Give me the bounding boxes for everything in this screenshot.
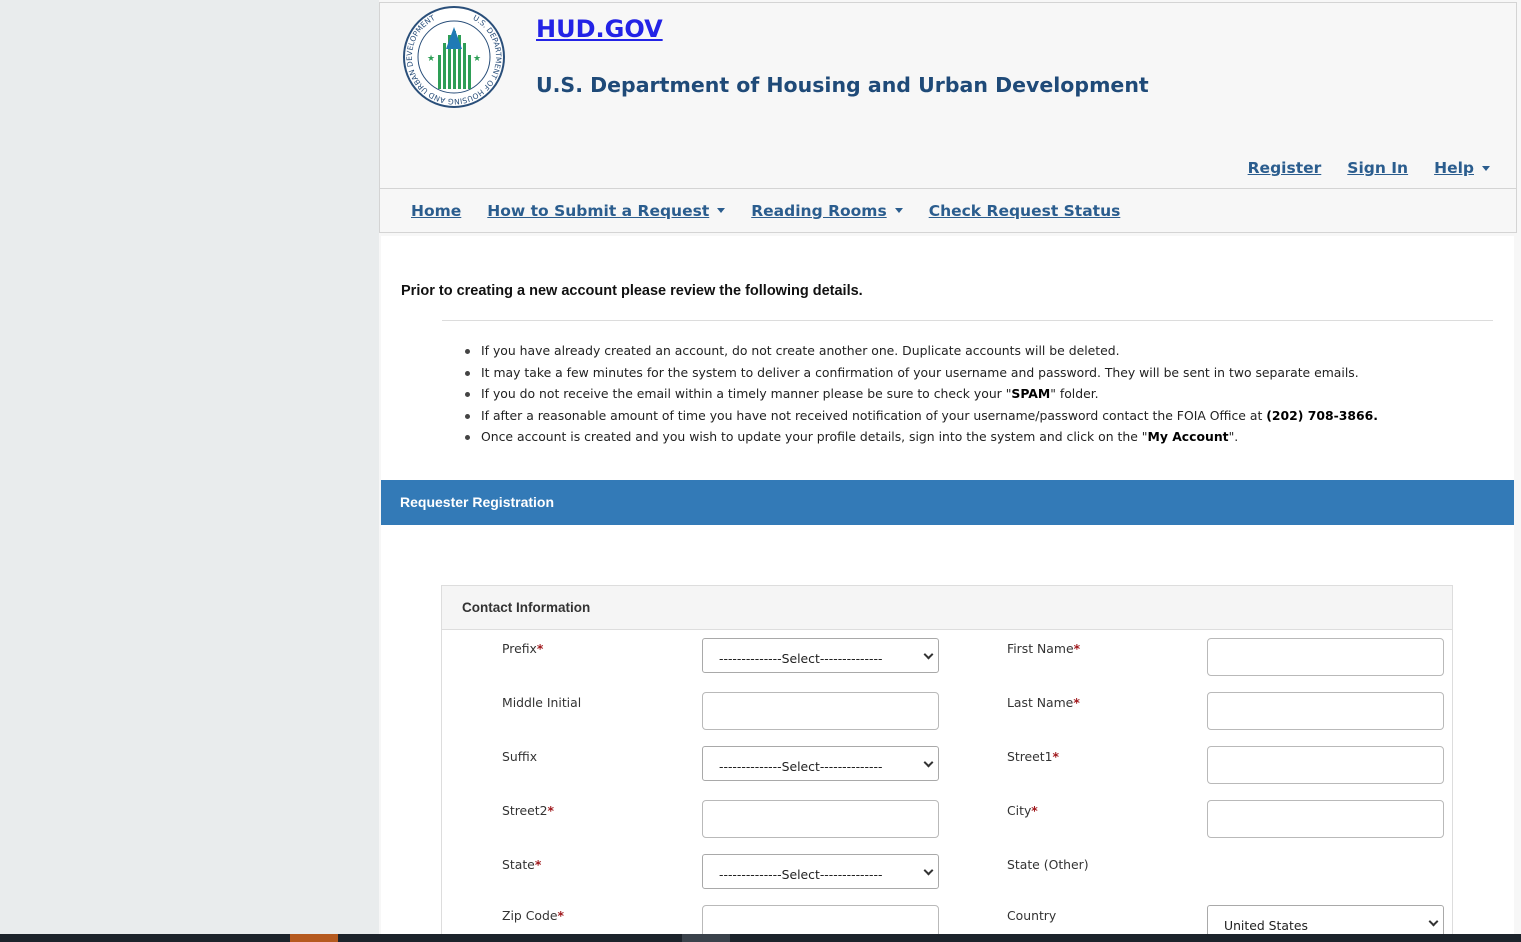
middle-initial-field[interactable] — [702, 692, 939, 730]
browser-viewport: U.S. DEPARTMENT OF HOUSING AND URBAN DEV… — [379, 0, 1521, 934]
note-text: If after a reasonable amount of time you… — [481, 407, 1267, 423]
nav-home[interactable]: Home — [411, 202, 461, 220]
city-label: City* — [1007, 803, 1038, 818]
utility-nav: Register Sign In Help — [1222, 159, 1490, 177]
select-value: --------------Select-------------- — [719, 759, 883, 774]
state-label: State* — [502, 857, 541, 872]
first-name-field[interactable] — [1207, 638, 1444, 676]
last-name-label: Last Name* — [1007, 695, 1080, 710]
list-item: If you do not receive the email within a… — [465, 383, 1378, 405]
state-other-label: State (Other) — [1007, 857, 1089, 872]
label-text: Prefix — [502, 641, 537, 656]
street2-field[interactable] — [702, 800, 939, 838]
select-value: --------------Select-------------- — [719, 651, 883, 666]
required-mark: * — [1031, 803, 1038, 818]
select-value: --------------Select-------------- — [719, 867, 883, 882]
divider — [442, 320, 1493, 321]
sign-in-link[interactable]: Sign In — [1347, 159, 1408, 177]
street2-label: Street2* — [502, 803, 554, 818]
contact-info-title: Contact Information — [442, 586, 1452, 630]
note-text: If you do not receive the email within a… — [481, 386, 1012, 401]
note-text: " folder. — [1050, 386, 1099, 401]
main-content: Prior to creating a new account please r… — [381, 236, 1514, 934]
chevron-down-icon — [894, 208, 903, 213]
prefix-select[interactable]: --------------Select-------------- — [702, 638, 939, 673]
required-mark: * — [1052, 749, 1060, 764]
hud-gov-link[interactable]: HUD.GOV — [536, 15, 663, 43]
suffix-label: Suffix — [502, 749, 538, 764]
required-mark: * — [547, 803, 555, 818]
note-bold: (202) 708-3866. — [1266, 407, 1378, 423]
taskbar-app-indicator[interactable] — [290, 934, 338, 942]
suffix-select[interactable]: --------------Select-------------- — [702, 746, 939, 781]
help-menu[interactable]: Help — [1434, 159, 1490, 177]
list-item: Once account is created and you wish to … — [465, 426, 1378, 448]
required-mark: * — [536, 641, 544, 656]
agency-name: U.S. Department of Housing and Urban Dev… — [536, 73, 1149, 97]
chevron-down-icon — [717, 208, 726, 213]
label-text: City — [1007, 803, 1032, 818]
label-text: Street1 — [1007, 749, 1053, 764]
street1-label: Street1* — [1007, 749, 1059, 764]
contact-info-panel: Contact Information Prefix* ------------… — [441, 585, 1453, 934]
last-name-field[interactable] — [1207, 692, 1444, 730]
middle-initial-label: Middle Initial — [502, 695, 582, 710]
state-select[interactable]: --------------Select-------------- — [702, 854, 939, 889]
label-text: Zip Code — [502, 908, 558, 923]
country-select[interactable]: United States — [1207, 905, 1444, 934]
label-text: Street2 — [502, 803, 548, 818]
note-bold: SPAM — [1011, 386, 1051, 401]
chevron-down-icon — [923, 649, 934, 660]
svg-text:★: ★ — [473, 54, 481, 64]
taskbar-app-indicator[interactable] — [682, 934, 730, 942]
country-label: Country — [1007, 908, 1057, 923]
nav-how-to-submit-label: How to Submit a Request — [487, 201, 710, 220]
site-header: U.S. DEPARTMENT OF HOUSING AND URBAN DEV… — [379, 2, 1517, 189]
registration-header-bar: Requester Registration — [381, 480, 1514, 525]
required-mark: * — [1073, 695, 1080, 710]
chevron-down-icon — [923, 865, 934, 876]
required-mark: * — [557, 908, 564, 923]
label-text: State — [502, 857, 535, 872]
required-mark: * — [1073, 641, 1081, 656]
label-text: First Name — [1007, 641, 1074, 656]
list-item: If you have already created an account, … — [465, 340, 1378, 362]
note-bold: My Account — [1147, 429, 1229, 444]
list-item: It may take a few minutes for the system… — [465, 362, 1378, 384]
register-link[interactable]: Register — [1248, 159, 1322, 177]
chevron-down-icon — [1482, 166, 1490, 171]
select-value: United States — [1224, 918, 1308, 933]
zip-code-field[interactable] — [702, 905, 939, 934]
note-text: ". — [1228, 429, 1239, 444]
os-taskbar — [0, 934, 1521, 942]
chevron-down-icon — [923, 757, 934, 768]
svg-text:★: ★ — [427, 54, 435, 64]
street1-field[interactable] — [1207, 746, 1444, 784]
nav-reading-rooms[interactable]: Reading Rooms — [751, 201, 903, 220]
hud-seal-logo: U.S. DEPARTMENT OF HOUSING AND URBAN DEV… — [403, 6, 505, 108]
account-notes-list: If you have already created an account, … — [465, 340, 1378, 448]
label-text: Last Name — [1007, 695, 1074, 710]
city-field[interactable] — [1207, 800, 1444, 838]
list-item: If after a reasonable amount of time you… — [465, 405, 1378, 427]
note-text: Once account is created and you wish to … — [481, 429, 1148, 444]
required-mark: * — [534, 857, 542, 872]
nav-reading-rooms-label: Reading Rooms — [751, 201, 887, 220]
zip-code-label: Zip Code* — [502, 908, 564, 923]
nav-check-status[interactable]: Check Request Status — [929, 202, 1121, 220]
first-name-label: First Name* — [1007, 641, 1080, 656]
prefix-label: Prefix* — [502, 641, 543, 656]
intro-heading: Prior to creating a new account please r… — [401, 283, 863, 299]
nav-how-to-submit[interactable]: How to Submit a Request — [487, 201, 726, 220]
main-nav: Home How to Submit a Request Reading Roo… — [379, 188, 1517, 233]
help-label: Help — [1434, 159, 1474, 177]
chevron-down-icon — [1428, 916, 1439, 927]
